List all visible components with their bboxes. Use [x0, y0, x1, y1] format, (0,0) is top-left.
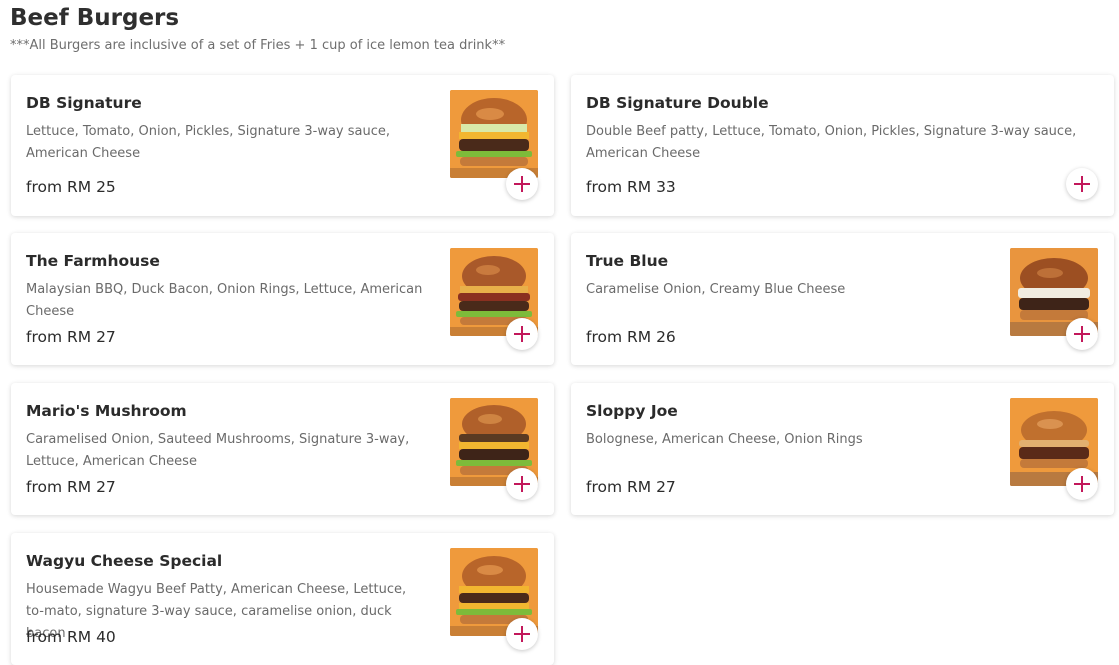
item-name: DB Signature: [26, 94, 142, 112]
menu-item-card[interactable]: Wagyu Cheese Special Housemade Wagyu Bee…: [11, 533, 554, 665]
plus-icon: [514, 326, 530, 342]
menu-item-card[interactable]: DB Signature Double Double Beef patty, L…: [571, 75, 1114, 216]
burger-photo[interactable]: [450, 90, 538, 178]
section-note: ***All Burgers are inclusive of a set of…: [10, 38, 506, 53]
item-price: from RM 27: [26, 328, 116, 346]
item-price: from RM 25: [26, 178, 116, 196]
item-description: Lettuce, Tomato, Onion, Pickles, Signatu…: [26, 124, 391, 161]
menu-item-card[interactable]: Mario's Mushroom Caramelised Onion, Saut…: [11, 383, 554, 515]
plus-icon: [1074, 476, 1090, 492]
menu-item-card[interactable]: The Farmhouse Malaysian BBQ, Duck Bacon,…: [11, 233, 554, 365]
menu-item-card[interactable]: True Blue Caramelise Onion, Creamy Blue …: [571, 233, 1114, 365]
item-description: Caramelise Onion, Creamy Blue Cheese: [586, 282, 846, 297]
section-title: Beef Burgers: [10, 5, 180, 31]
item-description: Bolognese, American Cheese, Onion Rings: [586, 432, 863, 447]
add-to-cart-button[interactable]: [506, 168, 538, 200]
item-name: Mario's Mushroom: [26, 402, 187, 420]
plus-icon: [1074, 326, 1090, 342]
menu-item-card[interactable]: DB Signature Lettuce, Tomato, Onion, Pic…: [11, 75, 554, 216]
menu-item-card[interactable]: Sloppy Joe Bolognese, American Cheese, O…: [571, 383, 1114, 515]
item-price: from RM 26: [586, 328, 676, 346]
add-to-cart-button[interactable]: [1066, 468, 1098, 500]
plus-icon: [1074, 176, 1090, 192]
item-name: Wagyu Cheese Special: [26, 552, 223, 570]
add-to-cart-button[interactable]: [1066, 168, 1098, 200]
plus-icon: [514, 176, 530, 192]
plus-icon: [514, 476, 530, 492]
add-to-cart-button[interactable]: [1066, 318, 1098, 350]
item-description: Malaysian BBQ, Duck Bacon, Onion Rings, …: [26, 282, 423, 319]
item-price: from RM 40: [26, 628, 116, 646]
item-description: Caramelised Onion, Sauteed Mushrooms, Si…: [26, 432, 410, 469]
plus-icon: [514, 626, 530, 642]
item-price: from RM 27: [586, 478, 676, 496]
item-name: True Blue: [586, 252, 669, 270]
add-to-cart-button[interactable]: [506, 468, 538, 500]
item-price: from RM 33: [586, 178, 676, 196]
item-description: Double Beef patty, Lettuce, Tomato, Onio…: [586, 124, 1077, 161]
item-name: DB Signature Double: [586, 94, 769, 112]
item-name: Sloppy Joe: [586, 402, 678, 420]
add-to-cart-button[interactable]: [506, 318, 538, 350]
item-name: The Farmhouse: [26, 252, 160, 270]
add-to-cart-button[interactable]: [506, 618, 538, 650]
item-price: from RM 27: [26, 478, 116, 496]
